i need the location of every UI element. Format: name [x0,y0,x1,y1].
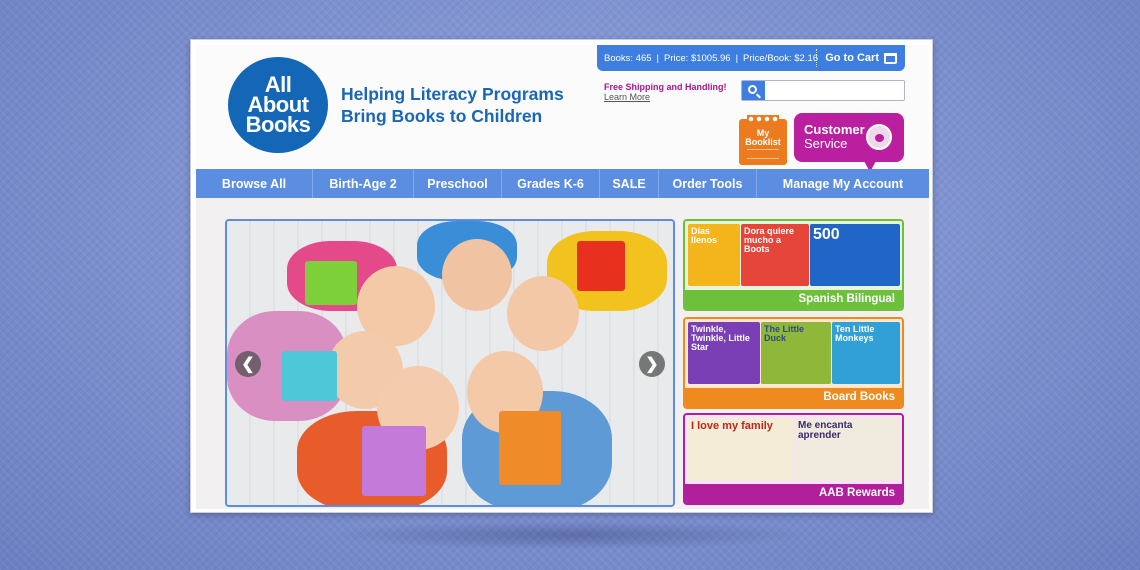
book-cover: Me encanta aprender [795,418,900,480]
tile-label: AAB Rewards [685,484,902,503]
search-icon [748,85,757,94]
customer-service-button[interactable]: Customer Service [794,113,904,172]
my-booklist-button[interactable]: My Booklist [739,115,787,165]
cart-summary-bar: Books: 465 | Price: $1005.96 | Price/Book: $… [597,45,905,71]
spanish-books-image: Días llenos Dora quiere mucho a Boots 50… [685,221,902,290]
logo-line-3: Books [245,112,311,137]
books-count: Books: 465 [604,52,652,64]
tile-label: Spanish Bilingual [685,290,902,309]
hero-carousel[interactable]: ❮ ❯ [225,219,675,507]
nav-grades-k-6[interactable]: Grades K-6 [502,169,600,198]
shopping-basket-icon [884,52,897,64]
tile-aab-rewards[interactable]: I love my family Me encanta aprender AAB… [683,413,904,505]
book-cover: The Little Duck [761,322,831,384]
price-per-book: Price/Book: $2.16 [743,52,819,64]
learn-more-link[interactable]: Learn More [604,92,727,102]
search-input[interactable] [766,81,904,100]
site-logo[interactable]: All About Books [228,57,328,153]
book-cover: Ten Little Monkeys [832,322,900,384]
tagline-line-1: Helping Literacy Programs [341,84,564,104]
free-shipping-notice: Free Shipping and Handling! Learn More [604,82,727,102]
main-navigation: Browse All Birth-Age 2 Preschool Grades … [196,169,929,198]
purple-book [362,426,426,496]
search-button[interactable] [742,81,765,100]
book-cover: I love my family [688,418,793,480]
nav-birth-age-2[interactable]: Birth-Age 2 [313,169,414,198]
separator: | [735,52,739,64]
web-page: All About Books Helping Literacy Program… [196,45,929,509]
notepad-lines-icon [747,149,779,159]
customer-service-line-1: Customer [804,122,865,137]
site-header: All About Books Helping Literacy Program… [196,45,929,172]
nav-manage-my-account[interactable]: Manage My Account [757,169,929,198]
tile-board-books[interactable]: Twinkle, Twinkle, Little Star The Little… [683,317,904,409]
browser-frame: All About Books Helping Literacy Program… [190,39,933,513]
book-cover: Twinkle, Twinkle, Little Star [688,322,760,384]
site-tagline: Helping Literacy Programs Bring Books to… [341,83,581,127]
total-price: Price: $1005.96 [664,52,731,64]
red-book [577,241,625,291]
frame-shadow [330,520,810,550]
go-to-cart-label: Go to Cart [825,52,879,64]
go-to-cart-button[interactable]: Go to Cart [816,49,905,67]
free-shipping-text: Free Shipping and Handling! [604,82,727,92]
booklist-line-2: Booklist [745,137,781,147]
headset-agent-icon [866,124,892,150]
book-cover: 500 [810,224,900,286]
book-cover: Dora quiere mucho a Boots [741,224,809,286]
hero-image [227,221,673,505]
tile-label: Board Books [685,388,902,407]
separator: | [656,52,660,64]
carousel-next-button[interactable]: ❯ [639,351,665,377]
cart-stats: Books: 465 | Price: $1005.96 | Price/Book: $… [597,53,818,64]
orange-book [499,411,561,485]
notepad-rings-icon [747,115,779,123]
child-face [442,239,512,311]
nav-preschool[interactable]: Preschool [414,169,502,198]
tagline-line-2: Bring Books to Children [341,106,543,126]
book-cover: Días llenos [688,224,740,286]
nav-order-tools[interactable]: Order Tools [659,169,757,198]
nav-browse-all[interactable]: Browse All [196,169,313,198]
search-box [741,80,905,101]
carousel-prev-button[interactable]: ❮ [235,351,261,377]
tile-spanish-bilingual[interactable]: Días llenos Dora quiere mucho a Boots 50… [683,219,904,311]
teal-book [282,351,337,401]
nav-sale[interactable]: SALE [600,169,659,198]
child-face [507,276,579,351]
rewards-books-image: I love my family Me encanta aprender [685,415,902,484]
green-book [305,261,357,305]
board-books-image: Twinkle, Twinkle, Little Star The Little… [685,319,902,388]
